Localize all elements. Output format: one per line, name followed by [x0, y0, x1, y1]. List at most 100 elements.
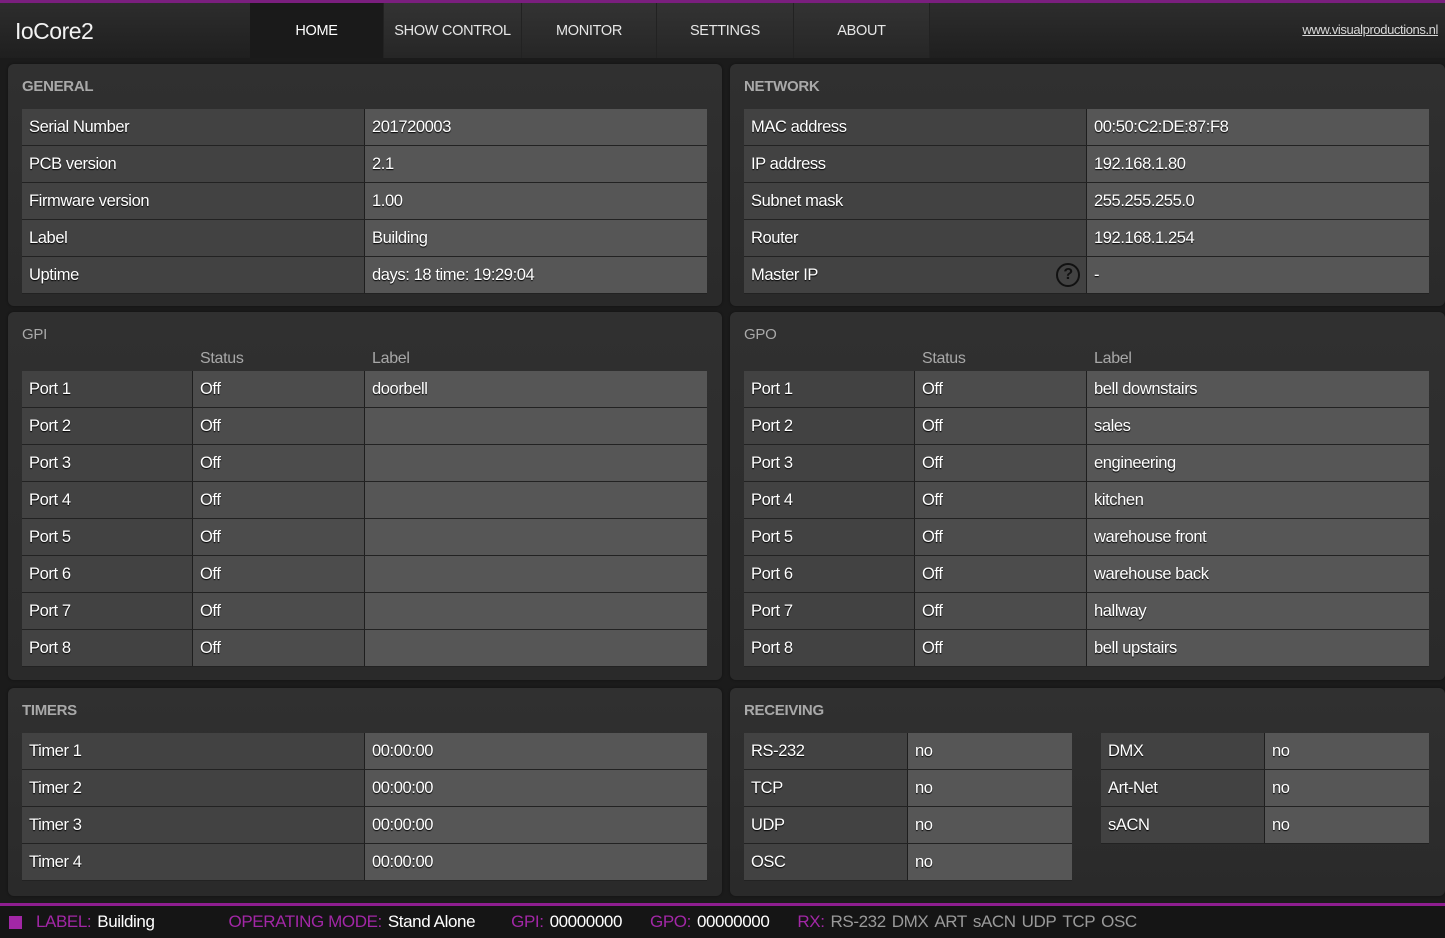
table-row: Firmware version 1.00 [22, 183, 707, 220]
table-row: Label Building [22, 220, 707, 257]
gpi-status: Off [193, 408, 365, 444]
gpo-port: Port 1 [744, 371, 915, 407]
status-bar: LABEL: Building OPERATING MODE: Stand Al… [0, 903, 1445, 938]
table-row: Port 7 Off [22, 593, 707, 630]
tab-settings[interactable]: SETTINGS [657, 3, 794, 58]
gpo-status: Off [915, 556, 1087, 592]
gpi-status: Off [193, 519, 365, 555]
protocol-name: UDP [744, 807, 908, 843]
gpi-table: Port 1 Off doorbell Port 2 Off Port 3 Off Port … [22, 371, 707, 667]
table-row: PCB version 2.1 [22, 146, 707, 183]
table-row: Timer 3 00:00:00 [22, 807, 707, 844]
status-indicator-icon [9, 915, 22, 929]
network-key: Subnet mask [744, 183, 1087, 219]
gpi-label [365, 482, 707, 518]
table-row: Port 5 Off [22, 519, 707, 556]
timer-name: Timer 1 [22, 733, 365, 769]
status-gpi-key: GPI: [511, 912, 544, 931]
tab-about[interactable]: ABOUT [794, 3, 930, 58]
general-value: 2.1 [365, 146, 707, 182]
protocol-value: no [1265, 770, 1429, 806]
gpi-label: doorbell [365, 371, 707, 407]
gpi-label [365, 445, 707, 481]
header: IoCore2 HOME SHOW CONTROL MONITOR SETTIN… [0, 3, 1445, 58]
gpi-status-header: Status [200, 350, 244, 367]
network-key: Router [744, 220, 1087, 256]
gpo-panel: GPO Status Label Port 1 Off bell downstair… [730, 312, 1445, 680]
website-link[interactable]: www.visualproductions.nl [1302, 22, 1438, 37]
table-row: Port 4 Off kitchen [744, 482, 1429, 519]
timer-value: 00:00:00 [365, 733, 707, 769]
gpi-status: Off [193, 556, 365, 592]
rx-item: TCP [1062, 912, 1096, 931]
gpo-title: GPO [744, 326, 777, 343]
table-row: Port 1 Off doorbell [22, 371, 707, 408]
rx-item: UDP [1021, 912, 1057, 931]
table-row: OSC no [744, 844, 1072, 881]
app-title: IoCore2 [15, 18, 94, 44]
table-row: DMX no [1101, 733, 1429, 770]
gpo-port: Port 2 [744, 408, 915, 444]
gpo-port: Port 7 [744, 593, 915, 629]
rx-item: DMX [891, 912, 929, 931]
table-row: Port 7 Off hallway [744, 593, 1429, 630]
network-value: - [1087, 257, 1429, 293]
gpi-port: Port 2 [22, 408, 193, 444]
protocol-value: no [1265, 807, 1429, 843]
gpi-port: Port 5 [22, 519, 193, 555]
table-row: TCP no [744, 770, 1072, 807]
network-key: MAC address [744, 109, 1087, 145]
gpo-status: Off [915, 630, 1087, 666]
question-circle-icon[interactable]: ? [1056, 263, 1080, 287]
gpo-status: Off [915, 371, 1087, 407]
table-row: UDP no [744, 807, 1072, 844]
gpi-port: Port 3 [22, 445, 193, 481]
tab-home[interactable]: HOME [250, 3, 384, 58]
gpo-status: Off [915, 593, 1087, 629]
gpo-label: engineering [1087, 445, 1429, 481]
gpo-label-header: Label [1094, 350, 1132, 367]
receiving-left-table: RS-232 no TCP no UDP no OSC no [744, 733, 1072, 881]
gpi-label [365, 556, 707, 592]
gpo-port: Port 5 [744, 519, 915, 555]
protocol-name: OSC [744, 844, 908, 880]
rx-item: OSC [1101, 912, 1137, 931]
gpo-label: bell downstairs [1087, 371, 1429, 407]
protocol-name: RS-232 [744, 733, 908, 769]
receiving-right-table: DMX no Art-Net no sACN no [1101, 733, 1429, 844]
table-row: Port 5 Off warehouse front [744, 519, 1429, 556]
gpo-label: warehouse back [1087, 556, 1429, 592]
timers-table: Timer 1 00:00:00 Timer 2 00:00:00 Timer … [22, 733, 707, 881]
timer-value: 00:00:00 [365, 844, 707, 880]
rx-item: ART [934, 912, 967, 931]
gpo-status: Off [915, 445, 1087, 481]
table-row: Port 3 Off engineering [744, 445, 1429, 482]
status-mode-value: Stand Alone [387, 912, 476, 931]
tab-show-control[interactable]: SHOW CONTROL [384, 3, 522, 58]
gpi-label [365, 630, 707, 666]
status-gpo-value: 00000000 [696, 912, 770, 931]
general-key: Firmware version [22, 183, 365, 219]
table-row: Router 192.168.1.254 [744, 220, 1429, 257]
gpi-port: Port 8 [22, 630, 193, 666]
general-key: PCB version [22, 146, 365, 182]
table-row: MAC address 00:50:C2:DE:87:F8 [744, 109, 1429, 146]
network-value: 255.255.255.0 [1087, 183, 1429, 219]
gpi-label-header: Label [372, 350, 410, 367]
gpo-status: Off [915, 408, 1087, 444]
protocol-name: DMX [1101, 733, 1265, 769]
timer-value: 00:00:00 [365, 770, 707, 806]
timers-panel: TIMERS Timer 1 00:00:00 Timer 2 00:00:00… [8, 688, 722, 896]
table-row: Serial Number 201720003 [22, 109, 707, 146]
protocol-name: sACN [1101, 807, 1265, 843]
gpo-table: Port 1 Off bell downstairs Port 2 Off sales Po… [744, 371, 1429, 667]
table-row: IP address 192.168.1.80 [744, 146, 1429, 183]
gpi-status: Off [193, 445, 365, 481]
table-row: Port 2 Off sales [744, 408, 1429, 445]
tab-monitor[interactable]: MONITOR [522, 3, 657, 58]
gpo-label: warehouse front [1087, 519, 1429, 555]
gpi-port: Port 1 [22, 371, 193, 407]
protocol-value: no [1265, 733, 1429, 769]
gpi-panel: GPI Status Label Port 1 Off doorbell Port 2… [8, 312, 722, 680]
network-title: NETWORK [744, 78, 820, 95]
